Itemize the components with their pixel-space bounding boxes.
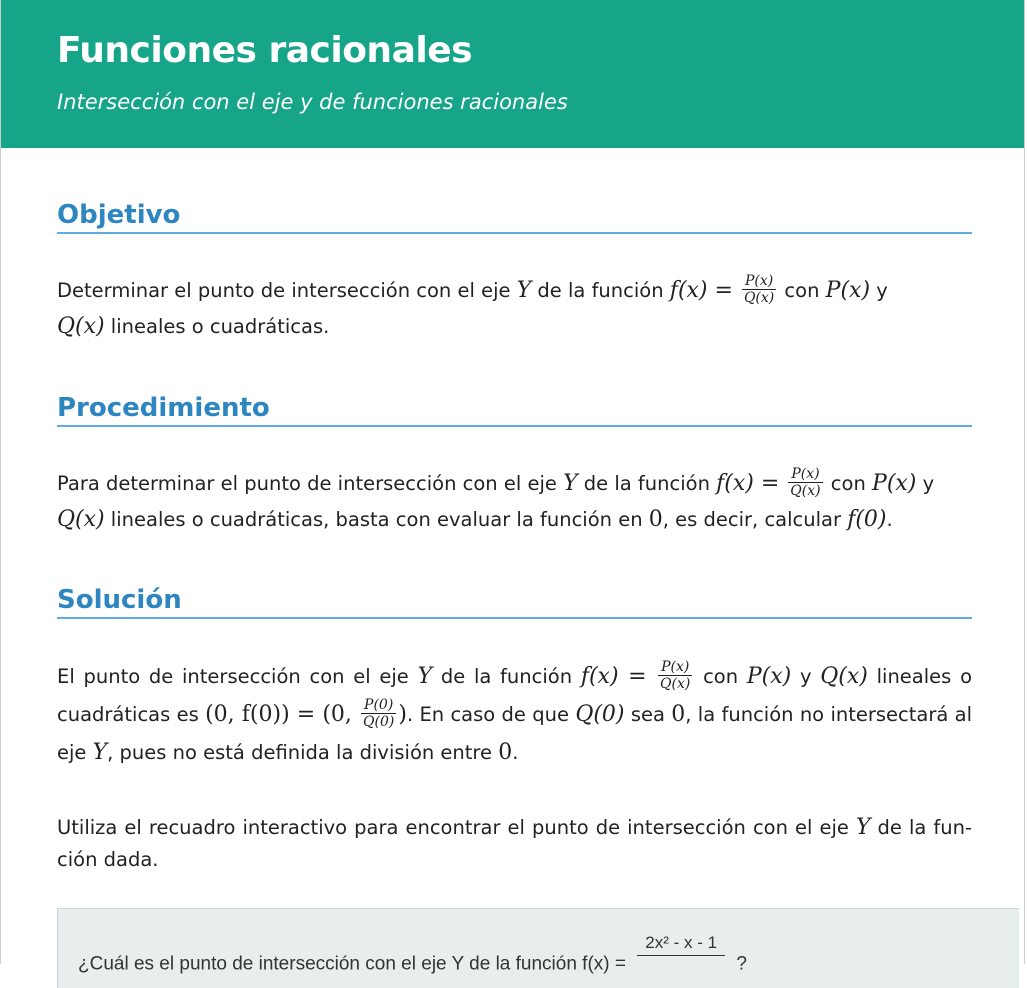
objetivo-text: Determinar el punto de intersección con … (57, 279, 517, 302)
objetivo-paragraph: Determinar el punto de intersección con … (57, 273, 972, 345)
fraction-denominator: Q(0) (363, 714, 395, 730)
math-Y: Y (855, 815, 871, 840)
procedimiento-text: , es decir, calcular (662, 508, 848, 531)
page-subtitle: Intersección con el eje y de funciones r… (57, 90, 568, 114)
question-numerator: 2x² - x - 1 (637, 933, 726, 956)
fraction-denominator: Q(x) (790, 483, 821, 499)
objetivo-text: de la función (531, 279, 670, 302)
procedimiento-paragraph: Para determinar el punto de intersección… (57, 466, 972, 538)
section-title-solucion: Solución (57, 585, 972, 619)
math-Y: Y (92, 740, 108, 765)
interactive-question: ¿Cuál es el punto de intersección con el… (78, 933, 747, 986)
procedimiento-text: con (824, 472, 873, 495)
procedimiento-text: y (916, 472, 935, 495)
page: Funciones racionales Intersección con el… (0, 0, 1025, 988)
math-point-close: ) (398, 702, 407, 727)
math-fx: f(x) = (669, 278, 740, 303)
section-title-objetivo: Objetivo (57, 200, 972, 234)
math-fx: f(x) = (716, 471, 787, 496)
math-Qx: Q(x) (820, 664, 868, 689)
math-Px: P(x) (872, 471, 917, 496)
solucion-text: de la función (432, 665, 581, 688)
interactive-panel[interactable]: ¿Cuál es el punto de intersección con el… (57, 908, 1019, 988)
solucion-text: con (694, 665, 747, 688)
math-Px: P(x) (825, 278, 871, 303)
math-zero: 0 (498, 740, 513, 765)
fraction-numerator: P(x) (741, 273, 777, 290)
page-title: Funciones racionales (57, 30, 473, 71)
procedimiento-text: de la función (577, 472, 717, 495)
objetivo-text: y (870, 279, 888, 302)
math-Px: P(x) (746, 664, 792, 689)
procedimiento-text: lineales o cuadráticas, basta con evalua… (104, 508, 649, 531)
question-fraction: 2x² - x - 1 (637, 933, 726, 976)
solucion-text: sea (624, 703, 672, 726)
fraction-P-over-Q: P(x) Q(x) (741, 273, 777, 306)
solucion-text: . (512, 741, 519, 764)
solucion-text: . En caso de que (406, 703, 576, 726)
fraction-denominator: Q(x) (743, 290, 775, 306)
fraction-P-over-Q: P(x) Q(x) (658, 659, 693, 692)
math-f0: f(0) (847, 507, 887, 532)
solucion-text: y (791, 665, 821, 688)
math-Qx: Q(x) (57, 507, 105, 532)
fraction-numerator: P(x) (658, 659, 693, 676)
math-fx: f(x) = (580, 664, 657, 689)
fraction-denominator: Q(x) (660, 676, 691, 692)
math-zero: 0 (648, 507, 663, 532)
procedimiento-text: Para determinar el punto de intersección… (57, 472, 564, 495)
math-zero: 0 (671, 702, 686, 727)
section-title-procedimiento: Procedimiento (57, 393, 972, 427)
question-text: ¿Cuál es el punto de intersección con el… (78, 953, 632, 975)
math-Qx: Q(x) (57, 314, 105, 339)
math-Y: Y (563, 471, 578, 496)
solucion-text: , pues no está definida la división entr… (107, 741, 499, 764)
objetivo-text: lineales o cuadráticas. (104, 315, 330, 338)
instruction-paragraph: Utiliza el recuadro interactivo para enc… (57, 812, 972, 876)
math-Y: Y (417, 664, 433, 689)
objetivo-text: con (778, 279, 826, 302)
fraction-P-over-Q: P(x) Q(x) (788, 466, 823, 499)
solucion-text: El punto de intersección con el eje (57, 665, 418, 688)
header-banner: Funciones racionales Intersección con el… (1, 0, 1024, 148)
fraction-numerator: P(x) (788, 466, 823, 483)
fraction-numerator: P(0) (361, 697, 397, 714)
question-denominator (637, 956, 725, 976)
fraction-P0-over-Q0: P(0) Q(0) (361, 697, 397, 730)
math-Q0: Q(0) (575, 702, 625, 727)
math-Y: Y (516, 278, 532, 303)
math-point: (0, f(0)) = (0, (205, 702, 360, 727)
question-suffix: ? (731, 953, 747, 975)
procedimiento-text: . (886, 508, 893, 531)
instruction-text: Utiliza el recuadro interactivo para enc… (57, 816, 856, 839)
solucion-paragraph: El punto de intersección con el eje Y de… (57, 658, 972, 772)
